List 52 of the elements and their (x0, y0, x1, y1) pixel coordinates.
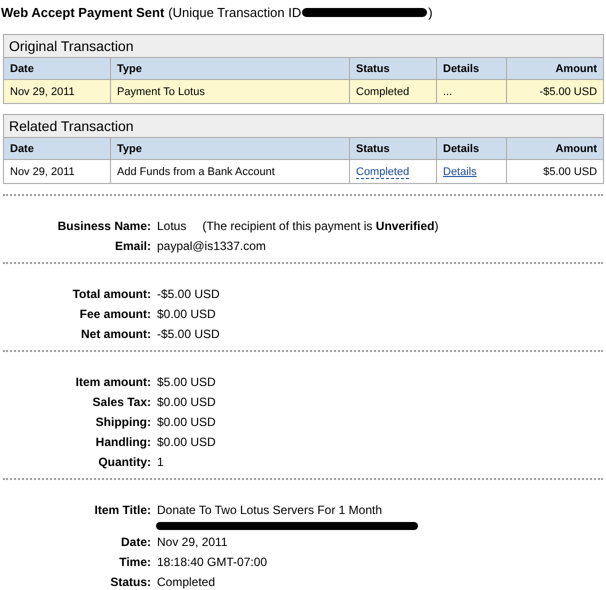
field-label: Quantity: (97, 454, 152, 471)
field-label: Date: (120, 534, 152, 551)
field-label: Time: (118, 554, 152, 571)
table-cell: Payment To Lotus (110, 80, 350, 104)
field-label: Total amount: (72, 286, 152, 303)
column-header: Status (350, 138, 436, 160)
column-header: Type (110, 58, 350, 80)
column-header: Date (4, 138, 110, 160)
field-label: Email: (114, 238, 152, 255)
table-caption: Original Transaction (4, 34, 604, 58)
table-cell: Completed (350, 80, 436, 104)
field-value: $0.00 USD (157, 414, 216, 431)
field-value: Completed (157, 574, 216, 590)
field-label: Handling: (94, 434, 152, 451)
field-value: 1 (157, 454, 164, 471)
field-value: -$5.00 USD (157, 286, 220, 303)
table-cell: $5.00 USD (506, 160, 604, 184)
field-value: $0.00 USD (157, 394, 216, 411)
column-header: Details (436, 58, 506, 80)
table-cell: Nov 29, 2011 (4, 160, 110, 184)
field-value: paypal@is1337.com (157, 238, 266, 255)
field-value: 18:18:40 GMT-07:00 (157, 554, 268, 571)
column-header: Date (4, 58, 110, 80)
field-label: Status: (109, 574, 152, 590)
table-cell: ... (436, 80, 506, 104)
table-cell: Nov 29, 2011 (4, 80, 110, 104)
transaction-id-label: (Unique Transaction ID (168, 4, 302, 20)
page-title: Web Accept Payment Sent (1, 4, 164, 20)
column-header: Type (110, 138, 350, 160)
field-label: Net amount: (80, 326, 152, 343)
column-header: Details (436, 138, 506, 160)
table-cell: Add Funds from a Bank Account (110, 160, 350, 184)
closing-parenthesis: ) (428, 4, 433, 20)
table-caption: Related Transaction (4, 114, 604, 138)
field-label: Item amount: (74, 374, 152, 391)
column-header: Amount (506, 58, 604, 80)
field-value: $0.00 USD (157, 434, 216, 451)
field-label: Fee amount: (78, 306, 152, 323)
table-cell: -$5.00 USD (506, 80, 604, 104)
field-value: -$5.00 USD (157, 326, 220, 343)
verification-note: (The recipient of this payment is Unverified) (202, 218, 438, 235)
field-value: Donate To Two Lotus Servers For 1 Month (157, 502, 382, 519)
field-label: Sales Tax: (92, 394, 152, 411)
field-label: Business Name: (56, 218, 152, 235)
field-value: $5.00 USD (157, 374, 216, 391)
field-value: $0.00 USD (157, 306, 216, 323)
field-label: Shipping: (94, 414, 152, 431)
column-header: Status (350, 58, 436, 80)
field-label: Item Title: (94, 502, 152, 519)
field-value: Lotus (157, 218, 186, 235)
column-header: Amount (506, 138, 604, 160)
field-value: Nov 29, 2011 (157, 534, 228, 551)
